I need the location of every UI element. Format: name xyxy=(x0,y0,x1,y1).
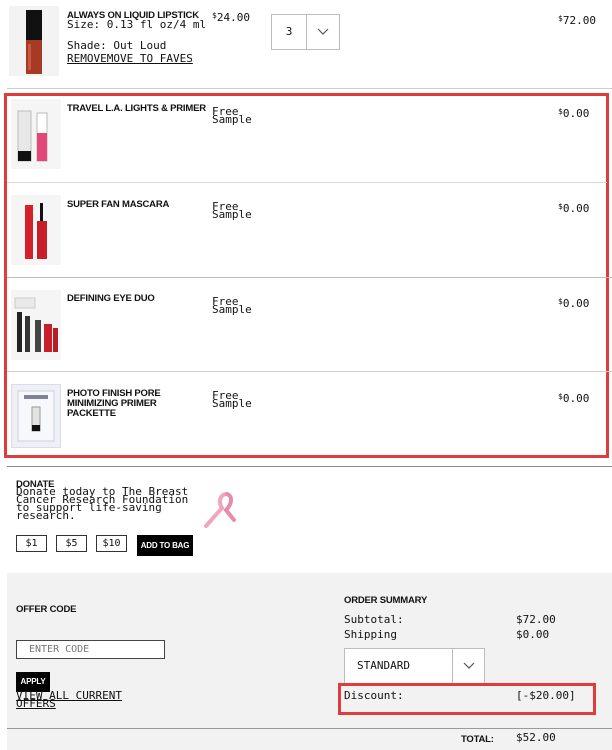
quantity-value: 3 xyxy=(285,25,293,38)
divider xyxy=(7,728,612,729)
line-total: $72.00 xyxy=(558,14,596,27)
order-summary-title: ORDER SUMMARY xyxy=(344,595,428,606)
shipping-value: $0.00 xyxy=(516,628,550,641)
product-shade: Shade: Out Loud xyxy=(67,39,167,52)
quantity-select[interactable]: 3 xyxy=(271,14,340,50)
unit-price: $24.00 xyxy=(212,11,250,24)
donate-amount-10-button[interactable]: $10 xyxy=(96,535,127,552)
subtotal-label: Subtotal: xyxy=(344,613,404,626)
remove-link[interactable]: REMOVE xyxy=(67,52,107,65)
move-to-faves-link[interactable]: MOVE TO FAVES xyxy=(107,52,193,65)
primer-image xyxy=(11,99,61,169)
product-image-packette[interactable] xyxy=(11,384,61,448)
item-actions: REMOVEMOVE TO FAVES xyxy=(67,53,193,65)
lipstick-image xyxy=(9,6,59,76)
mascara-image xyxy=(11,195,61,265)
discount-label: Discount: xyxy=(344,689,404,702)
pink-ribbon-icon xyxy=(204,492,236,528)
discount-value: [-$20.00] xyxy=(516,689,576,702)
price-note: Free Sample xyxy=(212,389,252,410)
shipping-label: Shipping xyxy=(344,628,397,641)
product-name[interactable]: PHOTO FINISH PORE MINIMIZING PRIMER PACK… xyxy=(67,389,207,419)
divider xyxy=(7,88,612,89)
divider xyxy=(7,371,612,372)
view-all-offers-link[interactable]: VIEW ALL CURRENT OFFERS xyxy=(16,690,156,709)
total-value: $52.00 xyxy=(516,731,556,744)
total-label: TOTAL: xyxy=(461,734,494,745)
packette-image xyxy=(17,390,55,442)
subtotal-value: $72.00 xyxy=(516,613,556,626)
shipping-method-value: STANDARD xyxy=(357,659,410,672)
chevron-down-icon[interactable] xyxy=(452,649,484,683)
line-total: $0.00 xyxy=(558,297,590,310)
line-total: $0.00 xyxy=(558,392,590,405)
shipping-method-select[interactable]: STANDARD xyxy=(344,648,485,684)
product-image-lipstick[interactable] xyxy=(7,6,61,76)
product-image-mascara[interactable] xyxy=(11,195,61,265)
price-note: Free Sample xyxy=(212,105,252,126)
chevron-down-icon[interactable] xyxy=(306,15,339,49)
donate-amount-1-button[interactable]: $1 xyxy=(16,535,47,552)
product-name[interactable]: DEFINING EYE DUO xyxy=(67,294,155,304)
offer-code-title: OFFER CODE xyxy=(16,604,77,615)
price-note: Free Sample xyxy=(212,200,252,221)
product-image-eye-duo[interactable] xyxy=(11,290,61,360)
divider xyxy=(7,277,612,278)
add-to-bag-button[interactable]: ADD TO BAG xyxy=(137,535,193,556)
line-total: $0.00 xyxy=(558,202,590,215)
eye-duo-image xyxy=(11,290,61,360)
price-note: Free Sample xyxy=(212,295,252,316)
offer-code-input[interactable] xyxy=(16,640,165,659)
donate-amount-5-button[interactable]: $5 xyxy=(56,535,87,552)
divider xyxy=(7,466,612,467)
product-name[interactable]: SUPER FAN MASCARA xyxy=(67,200,169,210)
donate-text: Donate today to The Breast Cancer Resear… xyxy=(16,485,189,522)
checkout-panel xyxy=(7,573,612,750)
line-total: $0.00 xyxy=(558,107,590,120)
product-size: Size: 0.13 fl oz/4 ml xyxy=(67,18,207,31)
product-name[interactable]: TRAVEL L.A. LIGHTS & PRIMER xyxy=(67,104,206,114)
divider xyxy=(7,182,607,183)
product-image-primer[interactable] xyxy=(11,99,61,169)
